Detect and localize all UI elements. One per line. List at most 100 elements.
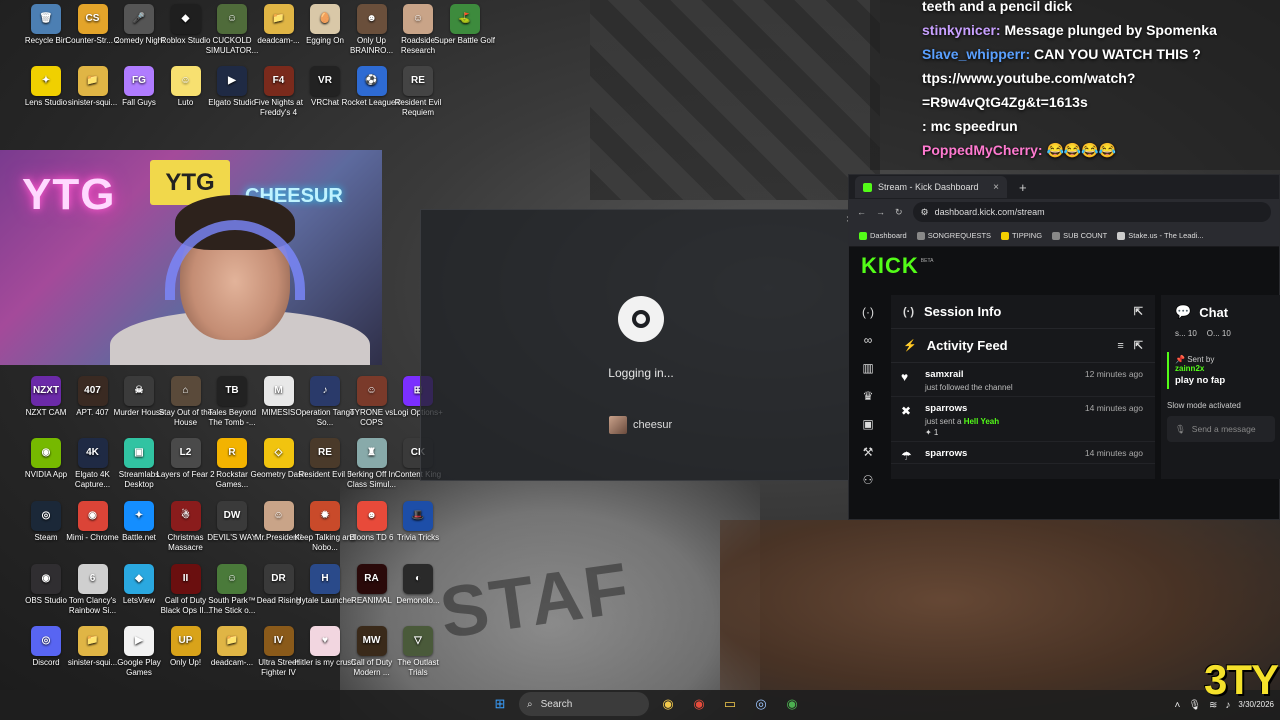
chat-input[interactable]: 🎙 Send a message xyxy=(1167,416,1275,442)
broadcast-icon[interactable]: (·) xyxy=(862,305,874,319)
app-icon: DW xyxy=(217,501,247,531)
feed-item[interactable]: ♥ samxrail 12 minutes ago just followed the… xyxy=(891,363,1155,397)
bookmark-item[interactable]: SONGREQUESTS xyxy=(916,231,991,240)
back-icon[interactable]: ← xyxy=(857,207,866,217)
app-icon: IV xyxy=(263,626,294,656)
bookmark-item[interactable]: SUB COUNT xyxy=(1052,231,1107,240)
app-icon: 4K xyxy=(77,438,108,468)
chevron-up-icon[interactable]: ˄ xyxy=(1174,700,1180,711)
bookmark-icon xyxy=(1001,231,1010,240)
kick-logo[interactable]: KICK xyxy=(861,253,919,279)
url-field[interactable]: ⚙ dashboard.kick.com/stream xyxy=(912,202,1271,222)
activity-feed-header: ⚡ Activity Feed ≡ ⇱ xyxy=(891,329,1155,363)
app-icon: ◐ xyxy=(403,564,433,594)
link-icon[interactable]: ∞ xyxy=(864,333,873,347)
app-icon: 📁 xyxy=(217,626,247,656)
app-icon: ✦ xyxy=(31,66,61,96)
chat-text: CAN YOU WATCH THIS ? xyxy=(1034,46,1201,62)
feed-username[interactable]: samxrail xyxy=(925,369,964,380)
tab-bar: Stream - Kick Dashboard × + xyxy=(849,175,1279,199)
new-tab-button[interactable]: + xyxy=(1019,180,1027,195)
chat-message: teeth and a pencil dick xyxy=(922,0,1280,18)
filter-icon[interactable]: ≡ xyxy=(1117,340,1123,352)
feed-username[interactable]: sparrows xyxy=(925,448,967,459)
feed-action: just sent a Hell Yeah xyxy=(925,417,1000,426)
chart-icon[interactable]: ▥ xyxy=(862,361,873,375)
bookmark-icon xyxy=(859,231,867,240)
site-info-icon[interactable]: ⚙ xyxy=(921,207,929,218)
taskbar-apps: ⊞ ⌕ Search ◉ ◉ ▭ ◎ ◉ xyxy=(488,692,804,716)
popout-icon[interactable]: ⇱ xyxy=(1134,305,1143,318)
app-icon: ☠ xyxy=(124,376,154,406)
trophy-icon[interactable]: ♛ xyxy=(863,389,874,403)
file-explorer-icon[interactable]: ▭ xyxy=(718,692,742,716)
app-icon: ♥ xyxy=(310,626,340,656)
chat-username[interactable]: Slave_whipperr: xyxy=(922,46,1034,62)
app-icon: ◎ xyxy=(31,501,61,531)
session-info-header[interactable]: (·) Session Info ⇱ xyxy=(891,295,1155,329)
bookmark-label: Stake.us - The Leadi... xyxy=(1128,231,1204,240)
forward-icon[interactable]: → xyxy=(876,207,885,217)
app-icon: 🥚 xyxy=(310,4,340,34)
bookmark-item[interactable]: Stake.us - The Leadi... xyxy=(1117,231,1204,240)
activity-feed-title: Activity Feed xyxy=(926,338,1008,353)
popout-icon[interactable]: ⇱ xyxy=(1134,339,1143,352)
chrome-icon[interactable]: ◉ xyxy=(656,692,680,716)
chat-stat: s... 10 xyxy=(1175,329,1197,338)
chat-username[interactable]: PoppedMyCherry: xyxy=(922,142,1046,158)
start-icon[interactable]: ⊞ xyxy=(488,692,512,716)
address-bar: ← → ↻ ⚙ dashboard.kick.com/stream xyxy=(849,199,1279,225)
reload-icon[interactable]: ↻ xyxy=(895,207,903,218)
chat-title: Chat xyxy=(1199,304,1229,320)
close-tab-icon[interactable]: × xyxy=(993,182,999,193)
bookmark-label: TIPPING xyxy=(1012,231,1043,240)
kick-favicon-icon xyxy=(863,182,872,192)
app-icon: 407 xyxy=(77,376,108,406)
background-poster xyxy=(590,0,880,200)
tab-kick-dashboard[interactable]: Stream - Kick Dashboard × xyxy=(855,176,1007,198)
app-icon: ▽ xyxy=(403,626,433,656)
bookmark-item[interactable]: Dashboard xyxy=(859,231,907,240)
chat-username[interactable]: stinkynicer: xyxy=(922,22,1004,38)
chat-message: ttps://www.youtube.com/watch? xyxy=(922,66,1280,90)
app-icon: DR xyxy=(263,564,294,594)
feed-time: 14 minutes ago xyxy=(1084,403,1143,413)
wrench-icon[interactable]: ⚒ xyxy=(863,445,874,459)
chrome-icon[interactable]: ◉ xyxy=(780,692,804,716)
feed-username[interactable]: sparrows xyxy=(925,403,967,414)
desktop-icon-label: Trivia Tricks xyxy=(396,533,440,542)
taskbar-search[interactable]: ⌕ Search xyxy=(519,692,649,716)
chat-message: : mc speedrun xyxy=(922,114,1280,138)
desktop-icon[interactable]: ◐ Demonolo... xyxy=(387,564,449,606)
avatar xyxy=(609,416,627,434)
app-icon: ⛳ xyxy=(449,4,480,34)
chrome-icon[interactable]: ◉ xyxy=(687,692,711,716)
feed-item[interactable]: ☂ sparrows 14 minutes ago xyxy=(891,442,1155,464)
bookmark-label: Dashboard xyxy=(870,231,907,240)
app-icon: VR xyxy=(310,66,340,96)
steam-icon[interactable]: ◎ xyxy=(749,692,773,716)
feed-item[interactable]: ✖ sparrows 14 minutes ago just sent a Hell … xyxy=(891,397,1155,442)
app-icon: ◇ xyxy=(263,438,294,468)
app-icon: 📁 xyxy=(77,626,108,656)
users-icon[interactable]: ⚇ xyxy=(863,473,874,487)
mic-icon[interactable]: 🎙 xyxy=(1175,424,1186,435)
desktop-icon-label: Demonolo... xyxy=(396,596,440,605)
desktop-icon[interactable]: ▽ The Outlast Trials xyxy=(387,626,449,678)
app-icon: ☺ xyxy=(217,4,247,34)
chat-message: =R9w4vQtG4Zg&t=1613s xyxy=(922,90,1280,114)
app-icon: ☻ xyxy=(356,4,387,34)
sent-by-user[interactable]: zainn2x xyxy=(1175,364,1269,373)
app-icon: ◉ xyxy=(31,438,61,468)
app-icon: ▶ xyxy=(124,626,154,656)
lightning-icon: ⚡ xyxy=(903,340,917,352)
desktop-icon[interactable]: RE Resident Evil Requiem xyxy=(387,66,449,118)
app-icon: II xyxy=(170,564,201,594)
desktop-icon[interactable]: 🎩 Trivia Tricks xyxy=(387,501,449,543)
bookmark-item[interactable]: TIPPING xyxy=(1001,231,1042,240)
desktop-icon[interactable]: ⛳ Super Battle Golf xyxy=(434,4,496,46)
chat-bubble-icon: 💬 xyxy=(1175,304,1192,319)
media-icon[interactable]: ▣ xyxy=(862,417,873,431)
mic-icon[interactable]: 🎙 xyxy=(1188,700,1201,711)
chat-username[interactable]: : xyxy=(922,118,931,134)
